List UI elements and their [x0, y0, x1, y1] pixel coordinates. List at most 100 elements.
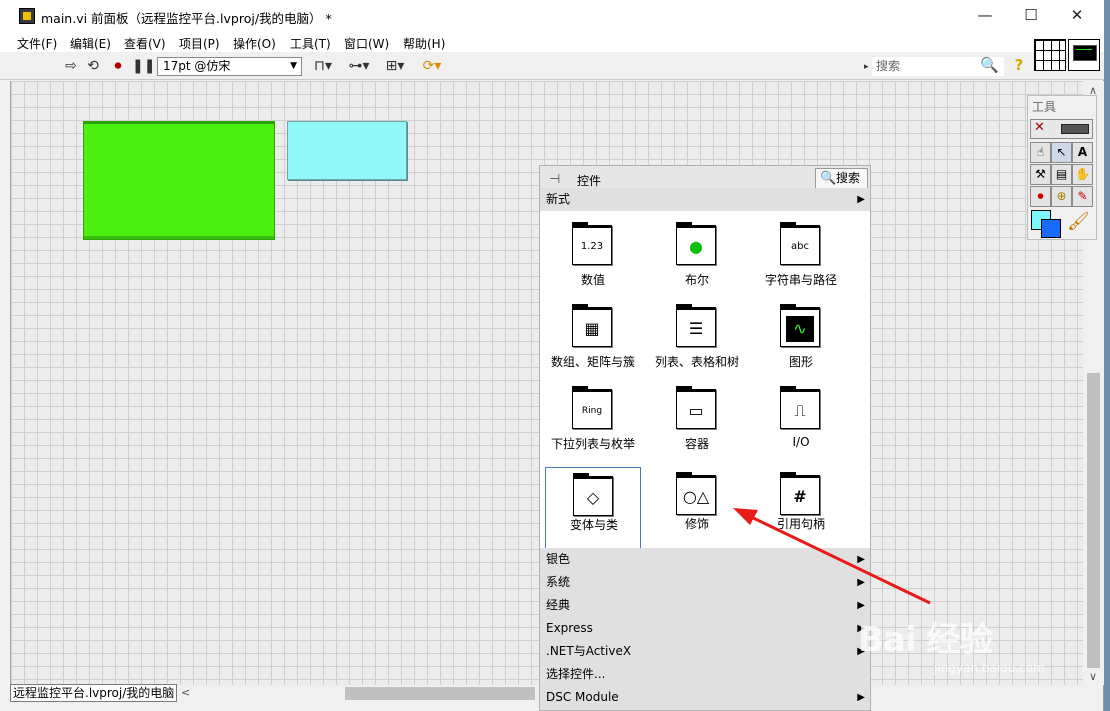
palette-item-decorations[interactable]: ○△ 修饰: [649, 467, 745, 549]
search-icon: 🔍: [820, 171, 837, 186]
vertical-scroll-thumb[interactable]: [1087, 373, 1100, 668]
palette-item-ring-enum[interactable]: Ring 下拉列表与枚举: [545, 377, 641, 459]
palette-item-string-path[interactable]: abc 字符串与路径: [753, 213, 849, 295]
chevron-right-icon: ▶: [857, 554, 865, 565]
baidu-watermark-url: jingyan.baidu.com: [934, 661, 1045, 675]
category-label: .NET与ActiveX: [546, 644, 632, 658]
palette-item-label: 图形: [788, 355, 813, 369]
chevron-right-icon: ▶: [857, 692, 865, 703]
align-objects-icon[interactable]: ⊓▾: [309, 58, 337, 75]
run-arrow-icon[interactable]: ⇨: [63, 58, 79, 75]
breakpoint-tool-icon[interactable]: ⏺: [1030, 186, 1051, 207]
category-dsc-module[interactable]: DSC Module ▶: [540, 686, 870, 709]
scroll-left-icon[interactable]: <: [181, 686, 190, 699]
containers-icon: ▭: [676, 386, 716, 429]
menu-file[interactable]: 文件(F): [17, 35, 57, 52]
palette-item-containers[interactable]: ▭ 容器: [649, 377, 745, 459]
font-select-value: 17pt @仿宋: [163, 59, 231, 73]
array-matrix-cluster-icon: ▦: [572, 304, 612, 347]
category-label: DSC Module: [546, 690, 619, 704]
category-classic[interactable]: 经典 ▶: [540, 594, 870, 617]
baidu-watermark-logo: Bai 经验: [858, 620, 993, 660]
chevron-right-icon: ▶: [857, 194, 865, 205]
green-decoration-box[interactable]: [83, 121, 275, 240]
pin-icon[interactable]: ⊣: [549, 172, 560, 187]
search-expand-icon[interactable]: ▸: [864, 62, 869, 72]
category-modern[interactable]: 新式 ▶: [540, 188, 870, 211]
decorations-icon: ○△: [676, 472, 716, 515]
labview-app-icon: [19, 8, 35, 24]
palette-item-variant-class[interactable]: ◇ 变体与类: [545, 467, 641, 550]
background-color-swatch[interactable]: [1041, 219, 1061, 238]
list-table-tree-icon: ☰: [676, 304, 716, 347]
run-continuously-icon[interactable]: ⟲: [85, 58, 101, 75]
category-label: Express: [546, 621, 593, 635]
tools-palette-title: 工具: [1032, 100, 1057, 114]
close-button[interactable]: ✕: [1054, 0, 1100, 31]
maximize-button[interactable]: ☐: [1008, 0, 1054, 31]
category-express[interactable]: Express ▶: [540, 617, 870, 640]
menu-window[interactable]: 窗口(W): [344, 35, 389, 52]
search-icon[interactable]: 🔍: [980, 56, 999, 74]
category-select-control[interactable]: 选择控件...: [540, 663, 870, 686]
abort-icon[interactable]: ⏺: [110, 58, 126, 75]
menu-operate[interactable]: 操作(O): [233, 35, 276, 52]
scroll-tool-icon[interactable]: ✋: [1072, 164, 1093, 185]
operate-value-tool-icon[interactable]: ☝: [1030, 142, 1051, 163]
category-label: 银色: [546, 552, 571, 566]
boolean-icon: ●: [676, 222, 716, 265]
help-icon[interactable]: ?: [1011, 56, 1027, 74]
distribute-objects-icon[interactable]: ⊶▾: [345, 58, 373, 75]
palette-item-io[interactable]: ⎍ I/O: [753, 377, 849, 459]
horizontal-scroll-thumb[interactable]: [345, 687, 535, 700]
category-label: 新式: [546, 192, 571, 206]
palette-item-graph[interactable]: ∿ 图形: [753, 295, 849, 377]
cyan-decoration-box[interactable]: [287, 121, 407, 180]
shortcut-menu-tool-icon[interactable]: ▤: [1051, 164, 1072, 185]
palette-item-label: 引用句柄: [776, 517, 825, 531]
reorder-icon[interactable]: ⟳▾: [418, 58, 446, 75]
window-title: main.vi 前面板（远程监控平台.lvproj/我的电脑） *: [41, 11, 332, 26]
palette-item-array-matrix-cluster[interactable]: ▦ 数组、矩阵与簇: [545, 295, 641, 377]
palette-item-numeric[interactable]: 1.23 数值: [545, 213, 641, 295]
auto-led-icon: [1061, 124, 1089, 134]
ring-enum-icon: Ring: [572, 386, 612, 429]
menu-tools[interactable]: 工具(T): [290, 35, 331, 52]
menu-edit[interactable]: 编辑(E): [70, 35, 111, 52]
category-label: 经典: [546, 598, 571, 612]
auto-tool-selection[interactable]: ✕: [1030, 119, 1093, 139]
variant-class-icon: ◇: [573, 473, 613, 516]
menu-project[interactable]: 项目(P): [179, 35, 220, 52]
palette-item-boolean[interactable]: ● 布尔: [649, 213, 745, 295]
tools-icon: ✕: [1034, 120, 1045, 135]
label-tool-icon[interactable]: A: [1072, 142, 1093, 163]
vi-icon[interactable]: [1068, 39, 1100, 71]
scroll-down-icon[interactable]: ∨: [1089, 670, 1097, 683]
wiring-tool-icon[interactable]: ⚒: [1030, 164, 1051, 185]
paintbrush-tool-icon[interactable]: 🖌: [1067, 211, 1090, 232]
category-silver[interactable]: 银色 ▶: [540, 548, 870, 571]
font-select[interactable]: 17pt @仿宋 ▼: [157, 57, 302, 76]
menu-view[interactable]: 查看(V): [124, 35, 166, 52]
get-color-tool-icon[interactable]: ✎: [1072, 186, 1093, 207]
position-tool-icon[interactable]: ↖: [1051, 142, 1072, 163]
string-path-icon: abc: [780, 222, 820, 265]
palette-search-button[interactable]: 🔍 搜索: [815, 168, 868, 189]
project-context-label: 远程监控平台.lvproj/我的电脑: [10, 684, 177, 702]
connector-pane[interactable]: [1034, 39, 1066, 71]
palette-item-label: 字符串与路径: [764, 273, 837, 287]
chevron-right-icon: ▶: [857, 577, 865, 588]
palette-item-refnum[interactable]: # 引用句柄: [753, 467, 849, 549]
category-dotnet-activex[interactable]: .NET与ActiveX ▶: [540, 640, 870, 663]
pause-icon[interactable]: ❚❚: [132, 58, 155, 75]
minimize-button[interactable]: —: [962, 0, 1008, 31]
refnum-icon: #: [780, 472, 820, 515]
graph-icon: ∿: [780, 304, 820, 347]
resize-objects-icon[interactable]: ⊞▾: [381, 58, 409, 75]
probe-tool-icon[interactable]: ⊕: [1051, 186, 1072, 207]
numeric-icon: 1.23: [572, 222, 612, 265]
palette-item-list-table-tree[interactable]: ☰ 列表、表格和树: [649, 295, 745, 377]
category-system[interactable]: 系统 ▶: [540, 571, 870, 594]
menu-help[interactable]: 帮助(H): [403, 35, 445, 52]
menu-bar: [0, 31, 1104, 52]
